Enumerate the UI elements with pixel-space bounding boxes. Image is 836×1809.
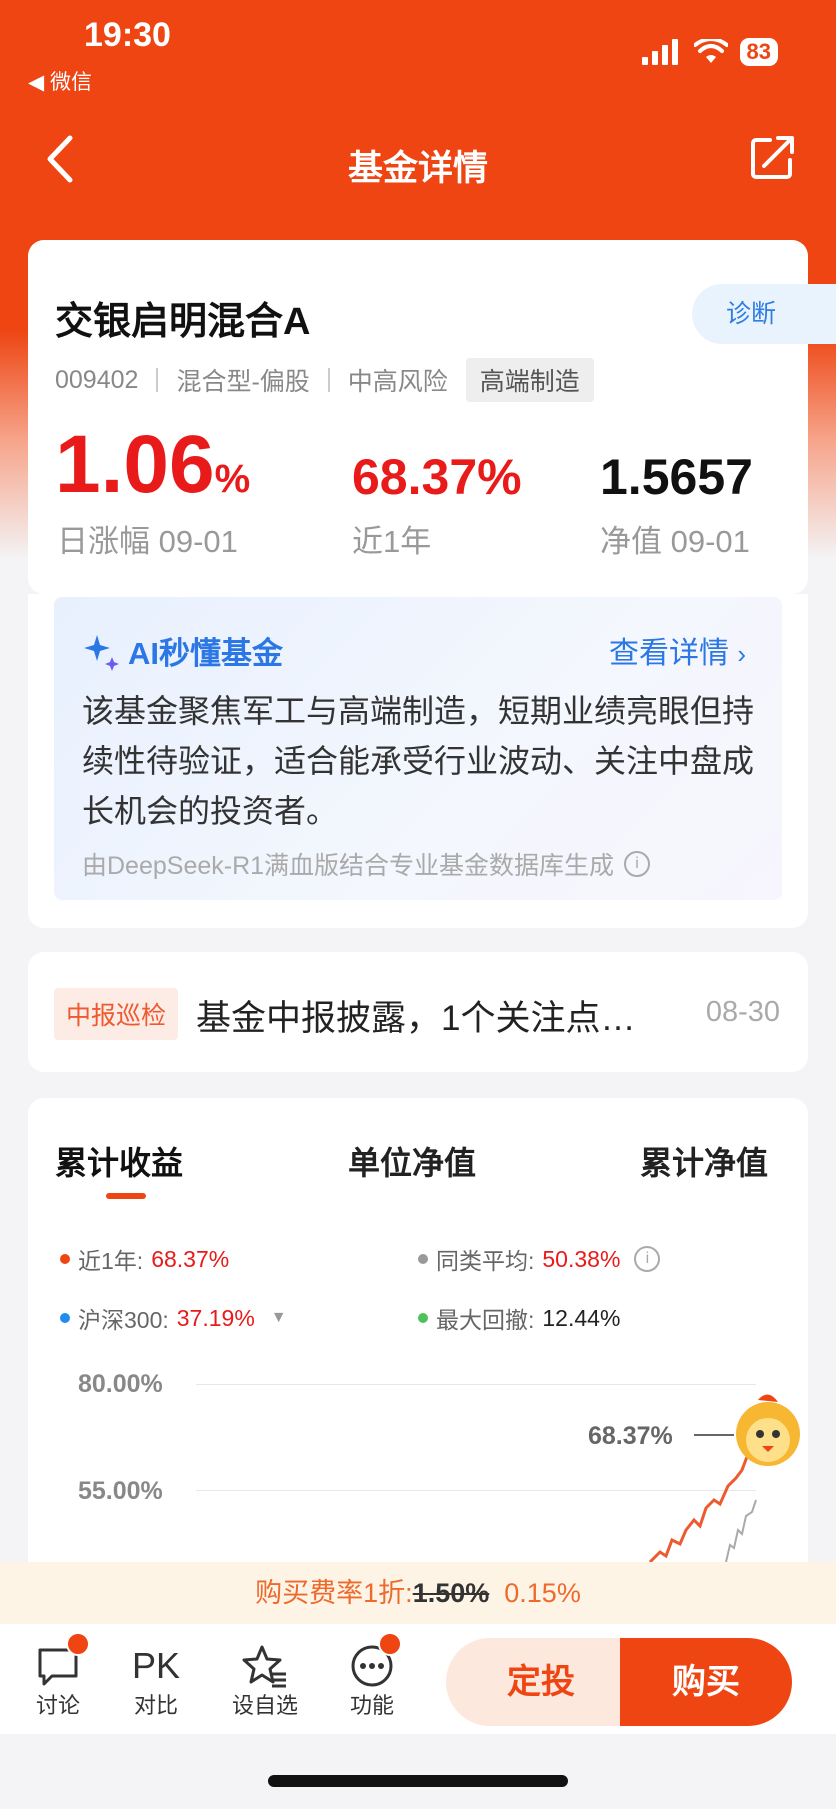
functions-badge-dot — [378, 1632, 402, 1656]
fee-bar: 购买费率1折:1.50% 0.15% — [0, 1562, 836, 1624]
pk-icon: PK — [131, 1645, 181, 1686]
functions-button[interactable]: 功能 — [332, 1644, 412, 1720]
original-fee: 1.50% — [412, 1578, 490, 1608]
home-indicator — [268, 1775, 568, 1787]
add-watchlist-button[interactable]: 设自选 — [225, 1644, 305, 1720]
star-list-icon — [242, 1645, 286, 1688]
series-avg-line — [725, 1499, 757, 1562]
discuss-button[interactable]: 讨论 — [18, 1644, 98, 1720]
compare-button[interactable]: PK 对比 — [116, 1644, 196, 1720]
auto-invest-button[interactable]: 定投 — [446, 1638, 636, 1726]
mascot-chick-icon — [736, 1394, 800, 1466]
discuss-badge-dot — [66, 1632, 90, 1656]
discount-fee: 0.15% — [504, 1578, 581, 1608]
series-year-line — [648, 1453, 750, 1562]
chart-lines — [648, 1394, 800, 1562]
buy-button[interactable]: 购买 — [620, 1638, 792, 1726]
